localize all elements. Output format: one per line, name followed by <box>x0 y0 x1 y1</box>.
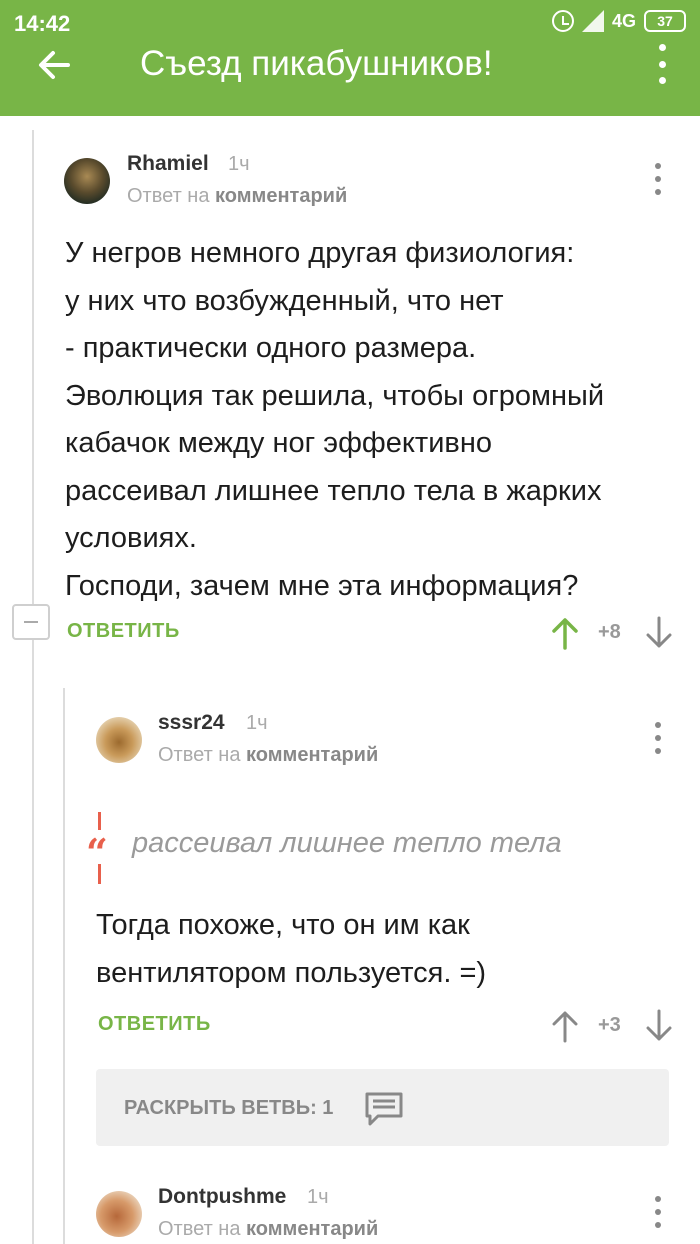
arrow-down-icon <box>646 616 672 648</box>
comment-line: у них что возбужденный, что нет <box>65 284 504 317</box>
reply-to-link[interactable]: комментарий <box>246 1218 378 1240</box>
comment-time: 1ч <box>307 1186 329 1208</box>
arrow-up-icon <box>552 618 578 650</box>
comment-line: Эволюция так решила, чтобы огромный <box>65 379 605 412</box>
battery-icon: 37 <box>644 10 686 32</box>
upvote-button[interactable] <box>551 616 579 650</box>
reply-button[interactable]: ОТВЕТИТЬ <box>98 1013 211 1036</box>
overflow-menu-button[interactable] <box>654 44 670 84</box>
comment-body: У негров немного другая физиология: у ни… <box>65 230 604 610</box>
reply-to: Ответ на комментарий <box>158 744 378 767</box>
comment-time: 1ч <box>246 712 268 734</box>
dot-icon <box>655 1196 661 1202</box>
comment-body: Тогда похоже, что он им как вентилятором… <box>96 902 486 997</box>
comment-menu-button[interactable] <box>651 722 665 754</box>
quoted-text: рассеивал лишнее тепло тела <box>132 827 562 859</box>
expand-branch-label: РАСКРЫТЬ ВЕТВЬ: 1 <box>124 1097 334 1119</box>
dot-icon <box>655 176 661 182</box>
reply-to: Ответ на комментарий <box>127 185 347 208</box>
alarm-icon <box>551 10 574 32</box>
dot-icon <box>655 1209 661 1215</box>
upvote-button[interactable] <box>551 1009 579 1043</box>
quote-bar <box>98 864 101 884</box>
comment-author[interactable]: Rhamiel <box>127 152 209 176</box>
comment-line: Тогда похоже, что он им как <box>96 909 470 941</box>
dot-icon <box>658 44 666 51</box>
downvote-button[interactable] <box>645 1009 673 1043</box>
reply-to-prefix: Ответ на <box>158 1218 241 1240</box>
reply-to-prefix: Ответ на <box>127 185 210 207</box>
status-time: 14:42 <box>14 11 71 36</box>
quote-icon: “ <box>86 830 108 875</box>
avatar[interactable] <box>96 717 142 763</box>
chat-icon <box>365 1092 403 1126</box>
page-title: Съезд пикабушников! <box>140 44 493 83</box>
dot-icon <box>658 77 666 84</box>
dot-icon <box>655 189 661 195</box>
comment-line: кабачок между ног эффективно <box>65 427 492 459</box>
thread-line <box>32 130 34 1244</box>
quote-bar <box>98 812 101 830</box>
comment-menu-button[interactable] <box>651 1196 665 1228</box>
reply-to: Ответ на комментарий <box>158 1218 378 1241</box>
dot-icon <box>655 163 661 169</box>
app-bar: 14:42 4G 37 Съезд пикабушников! <box>0 0 700 116</box>
comment-line: Господи, зачем мне эта информация? <box>65 569 579 602</box>
comment-author[interactable]: sssr24 <box>158 711 225 735</box>
reply-button[interactable]: ОТВЕТИТЬ <box>67 620 180 643</box>
comment-line: - практически одного размера. <box>65 332 477 364</box>
network-type: 4G <box>611 10 636 31</box>
signal-icon <box>581 10 604 32</box>
dot-icon <box>655 748 661 754</box>
comment-line: рассеивал лишнее тепло тела в жарких <box>65 474 602 507</box>
back-button[interactable] <box>32 42 78 88</box>
comment-score: +8 <box>598 621 621 643</box>
arrow-down-icon <box>646 1009 672 1041</box>
collapse-thread-button[interactable] <box>12 604 50 640</box>
reply-to-link[interactable]: комментарий <box>215 185 347 207</box>
comment-score: +3 <box>598 1014 621 1036</box>
avatar[interactable] <box>96 1191 142 1237</box>
downvote-button[interactable] <box>645 616 673 650</box>
dot-icon <box>655 722 661 728</box>
avatar[interactable] <box>64 158 110 204</box>
comment-line: условиях. <box>65 522 197 554</box>
comment-author[interactable]: Dontpushme <box>158 1185 286 1209</box>
comment-menu-button[interactable] <box>651 163 665 195</box>
reply-to-prefix: Ответ на <box>158 744 241 766</box>
dot-icon <box>655 735 661 741</box>
dot-icon <box>658 60 666 68</box>
comment-line: вентилятором пользуется. =) <box>96 956 487 989</box>
arrow-left-icon <box>39 51 70 79</box>
status-icons: 4G 37 <box>551 10 686 32</box>
reply-to-link[interactable]: комментарий <box>246 744 378 766</box>
thread-line-nested <box>63 688 65 1244</box>
comment-time: 1ч <box>228 153 250 175</box>
arrow-up-icon <box>552 1011 578 1043</box>
comment-line: У негров немного другая физиология: <box>65 237 575 269</box>
dot-icon <box>655 1222 661 1228</box>
status-bar: 14:42 4G 37 <box>0 0 700 48</box>
expand-branch-button[interactable]: РАСКРЫТЬ ВЕТВЬ: 1 <box>96 1069 669 1146</box>
